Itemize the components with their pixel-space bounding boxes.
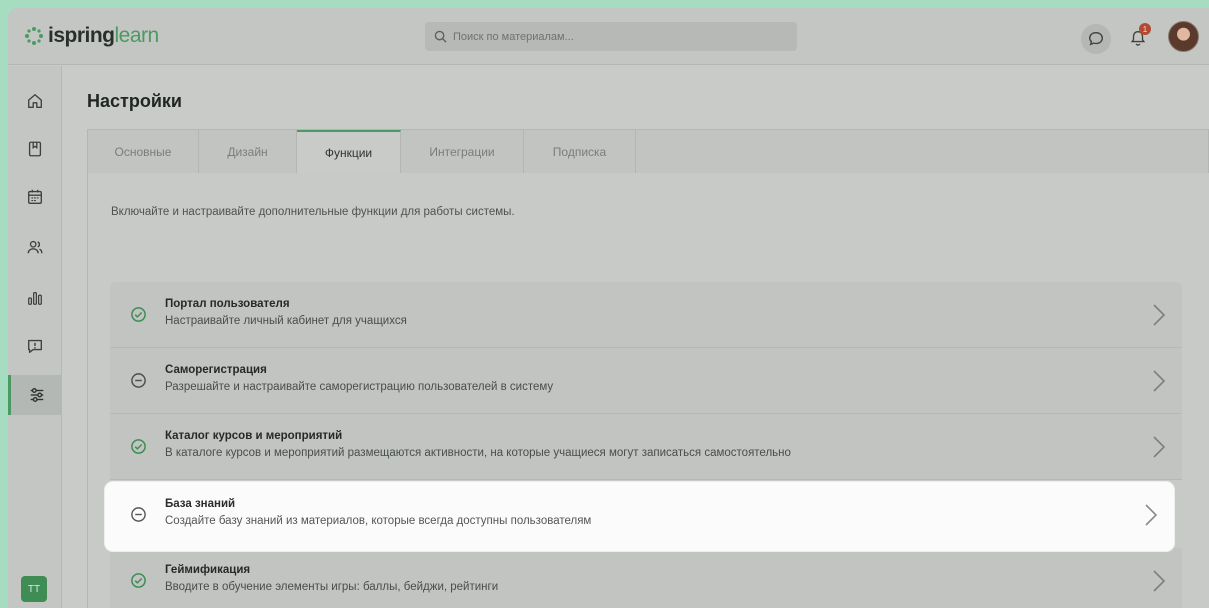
feature-row-self-registration[interactable]: Саморегистрация Разрешайте и настраивайт… (110, 348, 1182, 414)
feature-row-course-catalog[interactable]: Каталог курсов и мероприятий В каталоге … (110, 414, 1182, 480)
feature-text: Саморегистрация Разрешайте и настраивайт… (165, 364, 553, 393)
notifications-button[interactable]: 1 (1124, 23, 1152, 52)
tab-general[interactable]: Основные (88, 130, 199, 174)
sidebar-item-feedback[interactable] (8, 326, 62, 366)
chat-button[interactable] (1081, 24, 1111, 54)
page-description: Включайте и настраивайте дополнительные … (111, 206, 515, 218)
home-icon (28, 94, 42, 108)
feature-row-user-portal[interactable]: Портал пользователя Настраивайте личный … (110, 282, 1182, 348)
sidebar-item-calendar[interactable] (8, 177, 62, 217)
user-avatar[interactable] (1168, 21, 1199, 52)
feature-row-knowledge-base[interactable]: База знаний Создайте базу знаний из мате… (105, 482, 1174, 551)
logo-text: ispringlearn (48, 24, 159, 47)
check-circle-icon (131, 307, 146, 322)
feature-subtitle: Разрешайте и настраивайте саморегистраци… (165, 381, 554, 393)
user-initials-avatar[interactable]: TT (21, 576, 47, 602)
tab-integrations[interactable]: Интеграции (401, 130, 524, 174)
feature-text: Портал пользователя Настраивайте личный … (165, 298, 407, 327)
logo[interactable]: ispringlearn (24, 24, 159, 48)
feature-subtitle: Вводите в обучение элементы игры: баллы,… (165, 581, 499, 593)
feature-title: Саморегистрация (165, 364, 267, 376)
chevron-right-icon (1153, 570, 1166, 592)
minus-circle-icon (131, 507, 146, 522)
minus-circle-icon (131, 373, 146, 388)
feature-text: База знаний Создайте базу знаний из мате… (165, 498, 591, 527)
search-input[interactable] (453, 30, 783, 43)
chat-icon (1089, 32, 1103, 46)
settings-sliders-icon (30, 388, 43, 402)
check-circle-icon (131, 573, 146, 588)
app-window: ispringlearn 1 (8, 8, 1209, 608)
chevron-right-icon (1153, 304, 1166, 326)
feature-title: Геймификация (165, 564, 251, 576)
chevron-right-icon (1153, 370, 1166, 392)
search-icon (434, 30, 447, 43)
feature-subtitle: В каталоге курсов и мероприятий размещаю… (165, 447, 791, 459)
sidebar: TT (8, 66, 62, 608)
notification-count-badge: 1 (1139, 23, 1151, 35)
feature-subtitle: Создайте базу знаний из материалов, кото… (165, 515, 592, 527)
tab-design[interactable]: Дизайн (199, 130, 297, 174)
tab-functions[interactable]: Функции (297, 130, 401, 174)
calendar-icon (28, 189, 42, 204)
users-icon (27, 240, 43, 254)
check-circle-icon (131, 439, 146, 454)
search-box[interactable] (425, 22, 797, 51)
feedback-icon (28, 339, 42, 353)
chevron-right-icon (1145, 504, 1158, 526)
feature-row-gamification[interactable]: Геймификация Вводите в обучение элементы… (110, 548, 1182, 608)
analytics-icon (28, 291, 42, 305)
page-title: Настройки (87, 91, 182, 111)
settings-tabs: Основные Дизайн Функции Интеграции Подпи… (87, 129, 1209, 174)
feature-title: Портал пользователя (165, 298, 290, 310)
sidebar-item-settings[interactable] (8, 375, 62, 415)
feature-text: Геймификация Вводите в обучение элементы… (165, 564, 498, 593)
sidebar-item-users[interactable] (8, 227, 62, 267)
ispring-logo-icon (25, 27, 43, 45)
book-icon (28, 141, 42, 157)
feature-title: Каталог курсов и мероприятий (165, 430, 343, 442)
sidebar-item-courses[interactable] (8, 129, 62, 169)
feature-subtitle: Настраивайте личный кабинет для учащихся (165, 315, 407, 327)
sidebar-item-home[interactable] (8, 81, 62, 121)
feature-title: База знаний (165, 498, 236, 510)
feature-text: Каталог курсов и мероприятий В каталоге … (165, 430, 791, 459)
tab-subscription[interactable]: Подписка (524, 130, 636, 174)
chevron-right-icon (1153, 436, 1166, 458)
sidebar-item-reports[interactable] (8, 278, 62, 318)
top-bar: ispringlearn 1 (8, 8, 1209, 65)
